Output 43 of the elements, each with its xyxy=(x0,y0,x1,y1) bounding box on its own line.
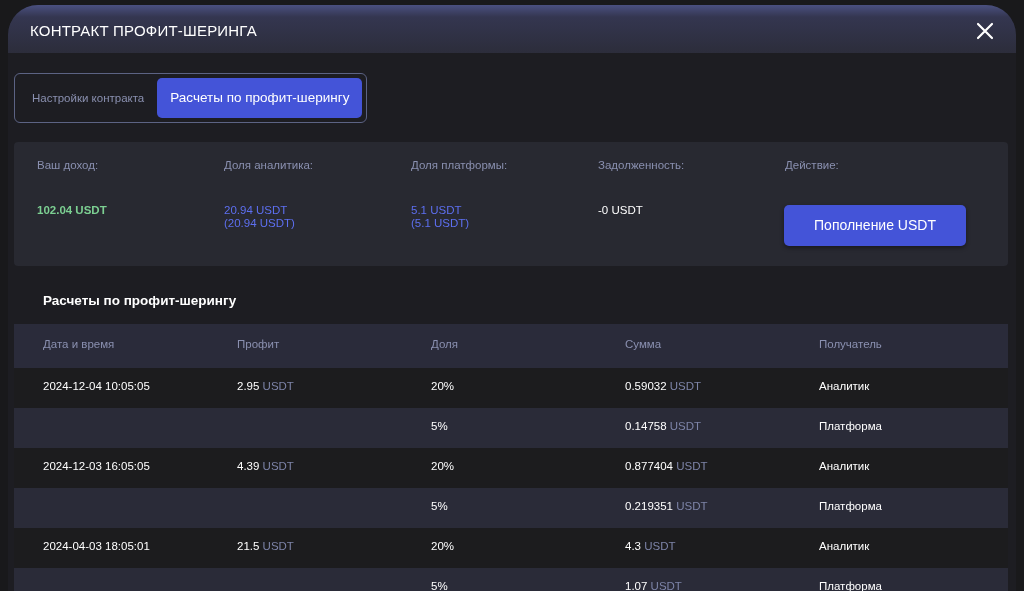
summary-value: 102.04 USDT xyxy=(37,203,108,217)
table-cell: 5% xyxy=(431,499,448,512)
summary-value: -0 USDT xyxy=(598,203,644,217)
table-cell: Аналитик xyxy=(819,459,870,472)
close-icon[interactable] xyxy=(976,22,994,40)
table-cell: 2024-04-03 18:05:01 xyxy=(43,539,150,552)
table-cell: Аналитик xyxy=(819,539,870,552)
deposit-button[interactable]: Пополнение USDT xyxy=(784,204,966,246)
table-cell: 20% xyxy=(431,379,455,392)
table-cell: 0.877404 USDT xyxy=(625,459,708,472)
table-cell: 0.14758 USDT xyxy=(625,419,702,432)
table-cell: 5% xyxy=(431,579,448,591)
table-cell: Аналитик xyxy=(819,379,870,392)
table-cell: Платформа xyxy=(819,419,882,432)
window-title: КОНТРАКТ ПРОФИТ-ШЕРИНГА xyxy=(30,20,257,41)
table-cell: 5% xyxy=(431,419,448,432)
column-header: Сумма xyxy=(625,337,662,350)
summary-value: 5.1 USDT (5.1 USDT) xyxy=(411,203,471,230)
tab[interactable]: Расчеты по профит-шерингу xyxy=(157,78,363,119)
summary-label: Доля платформы: xyxy=(411,158,509,174)
table-cell: 0.59032 USDT xyxy=(625,379,702,392)
table-cell: 2.95 USDT xyxy=(237,379,294,392)
summary-label: Доля аналитика: xyxy=(224,158,315,174)
table-cell: 21.5 USDT xyxy=(237,539,294,552)
table-cell: 4.3 USDT xyxy=(625,539,676,552)
column-header: Получатель xyxy=(819,337,882,350)
column-header: Дата и время xyxy=(43,337,115,350)
table-cell: 2024-12-03 16:05:05 xyxy=(43,459,150,472)
summary-label: Действие: xyxy=(785,158,840,174)
section-title: Расчеты по профит-шерингу xyxy=(43,292,238,311)
summary-label: Задолженность: xyxy=(598,158,686,174)
column-header: Доля xyxy=(431,337,458,350)
table-cell: Платформа xyxy=(819,499,882,512)
summary-value: 20.94 USDT (20.94 USDT) xyxy=(224,203,296,230)
table-cell: 20% xyxy=(431,539,455,552)
table-cell: 2024-12-04 10:05:05 xyxy=(43,379,150,392)
table-cell: 1.07 USDT xyxy=(625,579,682,591)
tab[interactable]: Настройки контракта xyxy=(19,78,158,119)
table-cell: 4.39 USDT xyxy=(237,459,294,472)
table-cell: 20% xyxy=(431,459,455,472)
column-header: Профит xyxy=(237,337,280,350)
table-cell: 0.219351 USDT xyxy=(625,499,708,512)
summary-label: Ваш доход: xyxy=(37,158,100,174)
